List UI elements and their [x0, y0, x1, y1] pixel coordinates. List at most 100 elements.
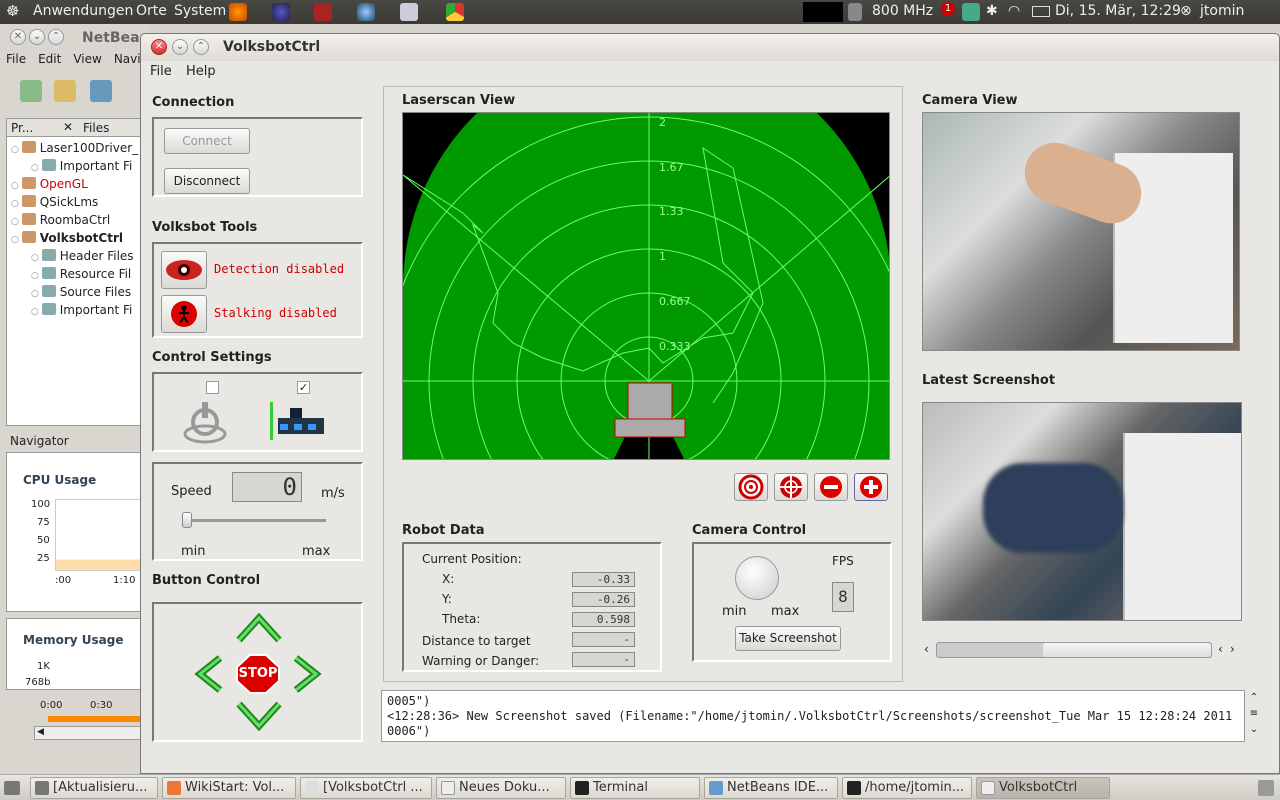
eclipse-icon[interactable] [272, 3, 290, 21]
task-wikistart[interactable]: WikiStart: Vol... [162, 777, 296, 799]
tree-item[interactable]: ○ VolksbotCtrl [11, 231, 123, 245]
scroll-up-icon[interactable]: ⌃ [1246, 690, 1262, 706]
left-arrow-icon[interactable] [194, 654, 224, 694]
thunderbird-icon[interactable] [357, 3, 375, 21]
menu-file[interactable]: File [150, 64, 172, 79]
tab-files[interactable]: Files [83, 121, 109, 135]
minimize-icon[interactable]: ⌄ [29, 29, 45, 45]
task-netbeans[interactable]: NetBeans IDE... [704, 777, 838, 799]
crosshair-button[interactable] [774, 473, 808, 501]
speed-slider[interactable] [182, 512, 192, 528]
maximize-icon[interactable]: ⌃ [48, 29, 64, 45]
chrome-icon[interactable] [446, 3, 464, 21]
forward-arrow-icon[interactable] [235, 612, 283, 644]
zoom-out-button[interactable] [814, 473, 848, 501]
expander-icon[interactable]: ○ [31, 163, 42, 173]
timeline-scrollbar[interactable]: ◀ [34, 726, 142, 740]
task-volksbotctrl[interactable]: VolksbotCtrl [976, 777, 1110, 799]
speed-max-label: max [302, 544, 331, 559]
tree-item[interactable]: ○ Important Fi [31, 159, 132, 173]
right-arrow-icon[interactable] [292, 654, 322, 694]
menu-help[interactable]: Help [186, 64, 216, 79]
task-aktualisierung[interactable]: [Aktualisieru... [30, 777, 158, 799]
stalking-button[interactable] [161, 295, 207, 333]
trash-icon[interactable] [1258, 780, 1274, 796]
disconnect-button[interactable]: Disconnect [164, 168, 250, 194]
notification-badge[interactable]: 1 [941, 2, 955, 16]
log-output[interactable]: 0005") <12:28:36> New Screenshot saved (… [381, 690, 1245, 742]
scroll-left-icon[interactable]: ‹ [924, 642, 929, 656]
tree-item[interactable]: ○ RoombaCtrl [11, 213, 110, 227]
battery-icon[interactable] [1032, 6, 1050, 17]
nb-menu-view[interactable]: View [73, 52, 101, 66]
window-icon [35, 781, 49, 795]
tab-projects[interactable]: Pr... [11, 121, 33, 135]
minimize-icon[interactable]: ⌄ [172, 39, 188, 55]
tree-item[interactable]: ○ Important Fi [31, 303, 132, 317]
target-button[interactable] [734, 473, 768, 501]
tree-item[interactable]: ○ Source Files [31, 285, 131, 299]
expander-icon[interactable]: ○ [11, 217, 22, 227]
expander-icon[interactable]: ○ [11, 235, 22, 245]
close-tab-icon[interactable]: ✕ [63, 120, 73, 134]
bluetooth-icon[interactable]: ✱ [986, 3, 998, 19]
new-project-icon[interactable] [54, 80, 76, 102]
detection-status: Detection disabled [214, 262, 345, 276]
username[interactable]: jtomin [1200, 3, 1244, 19]
task-neues-dokument[interactable]: Neues Doku... [436, 777, 566, 799]
close-icon[interactable]: ✕ [151, 39, 167, 55]
tree-item[interactable]: ○ OpenGL [11, 177, 88, 191]
log-scrollbar[interactable]: ⌃ ≡ ⌄ [1246, 690, 1262, 742]
menu-system[interactable]: System [174, 3, 226, 19]
nb-menu-edit[interactable]: Edit [38, 52, 61, 66]
expander-icon[interactable]: ○ [11, 199, 22, 209]
expander-icon[interactable]: ○ [31, 271, 42, 281]
firefox-icon[interactable] [229, 3, 247, 21]
maximize-icon[interactable]: ⌃ [193, 39, 209, 55]
stop-label: STOP [238, 666, 278, 681]
scroll-left-icon[interactable]: ‹ [1218, 642, 1223, 656]
new-file-icon[interactable] [20, 80, 42, 102]
expander-icon[interactable]: ○ [31, 289, 42, 299]
tree-item[interactable]: ○ Laser100Driver_ [11, 141, 138, 155]
close-icon[interactable]: ✕ [10, 29, 26, 45]
exposure-dial[interactable] [735, 556, 779, 600]
task-terminal[interactable]: Terminal [570, 777, 700, 799]
open-project-icon[interactable] [90, 80, 112, 102]
backward-arrow-icon[interactable] [235, 700, 283, 732]
zoom-in-button[interactable] [854, 473, 888, 501]
update-icon[interactable] [962, 3, 980, 21]
task-home-terminal[interactable]: /home/jtomin... [842, 777, 972, 799]
scrollbar-thumb[interactable] [1043, 643, 1211, 657]
menu-applications[interactable]: Anwendungen [33, 3, 133, 19]
keyboard-checkbox[interactable]: ✓ [297, 381, 310, 394]
scroll-thumb-icon[interactable]: ≡ [1246, 706, 1262, 722]
nb-menu-file[interactable]: File [6, 52, 26, 66]
tree-item[interactable]: ○ QSickLms [11, 195, 98, 209]
expander-icon[interactable]: ○ [31, 253, 42, 263]
wifi-icon[interactable]: ◠ [1008, 3, 1020, 19]
scrollbar-track[interactable] [936, 642, 1212, 658]
take-screenshot-button[interactable]: Take Screenshot [735, 626, 841, 651]
expander-icon[interactable]: ○ [31, 307, 42, 317]
clock[interactable]: Di, 15. Mär, 12:29 [1055, 3, 1181, 19]
scroll-right-icon[interactable]: › [1230, 642, 1235, 656]
movie-icon[interactable] [314, 3, 332, 21]
stop-button[interactable]: STOP [236, 654, 280, 694]
show-desktop-icon[interactable] [4, 781, 20, 795]
tree-item[interactable]: ○ Header Files [31, 249, 134, 263]
scroll-down-icon[interactable]: ⌄ [1246, 722, 1262, 738]
task-volksbotctrl-doc[interactable]: [VolksbotCtrl ... [300, 777, 432, 799]
tree-item[interactable]: ○ Resource Fil [31, 267, 131, 281]
package-icon[interactable] [400, 3, 418, 21]
joystick-checkbox[interactable] [206, 381, 219, 394]
expander-icon[interactable]: ○ [11, 181, 22, 191]
user-icon[interactable]: ⊗ [1180, 3, 1192, 19]
fps-value[interactable]: 8 [832, 582, 854, 612]
ubuntu-logo-icon[interactable]: ☸ [6, 2, 19, 20]
expander-icon[interactable]: ○ [11, 145, 22, 155]
connect-button[interactable]: Connect [164, 128, 250, 154]
screenshot-scrollbar[interactable]: ‹ ‹ › [922, 640, 1238, 660]
menu-places[interactable]: Orte [136, 3, 167, 19]
detection-button[interactable] [161, 251, 207, 289]
